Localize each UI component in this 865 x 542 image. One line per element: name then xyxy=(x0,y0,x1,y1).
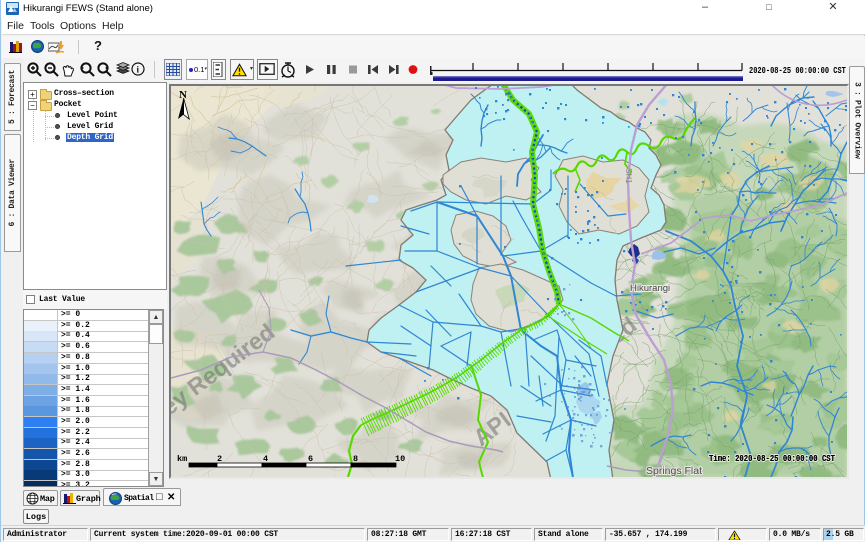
svg-text:Hikurangi: Hikurangi xyxy=(630,283,670,294)
svg-text:10: 10 xyxy=(395,454,405,464)
svg-text:SH1: SH1 xyxy=(624,168,633,184)
svg-text:6: 6 xyxy=(308,454,313,464)
svg-text:2: 2 xyxy=(217,454,222,464)
svg-text:8: 8 xyxy=(353,454,358,464)
svg-text:N: N xyxy=(179,89,187,101)
svg-text:km: km xyxy=(177,454,187,464)
svg-text:i: i xyxy=(137,65,140,75)
svg-text:Springs Flat: Springs Flat xyxy=(646,465,702,477)
svg-text:Time: 2020-08-25 00:00:00 CST: Time: 2020-08-25 00:00:00 CST xyxy=(709,454,835,464)
svg-text:4: 4 xyxy=(263,454,268,464)
